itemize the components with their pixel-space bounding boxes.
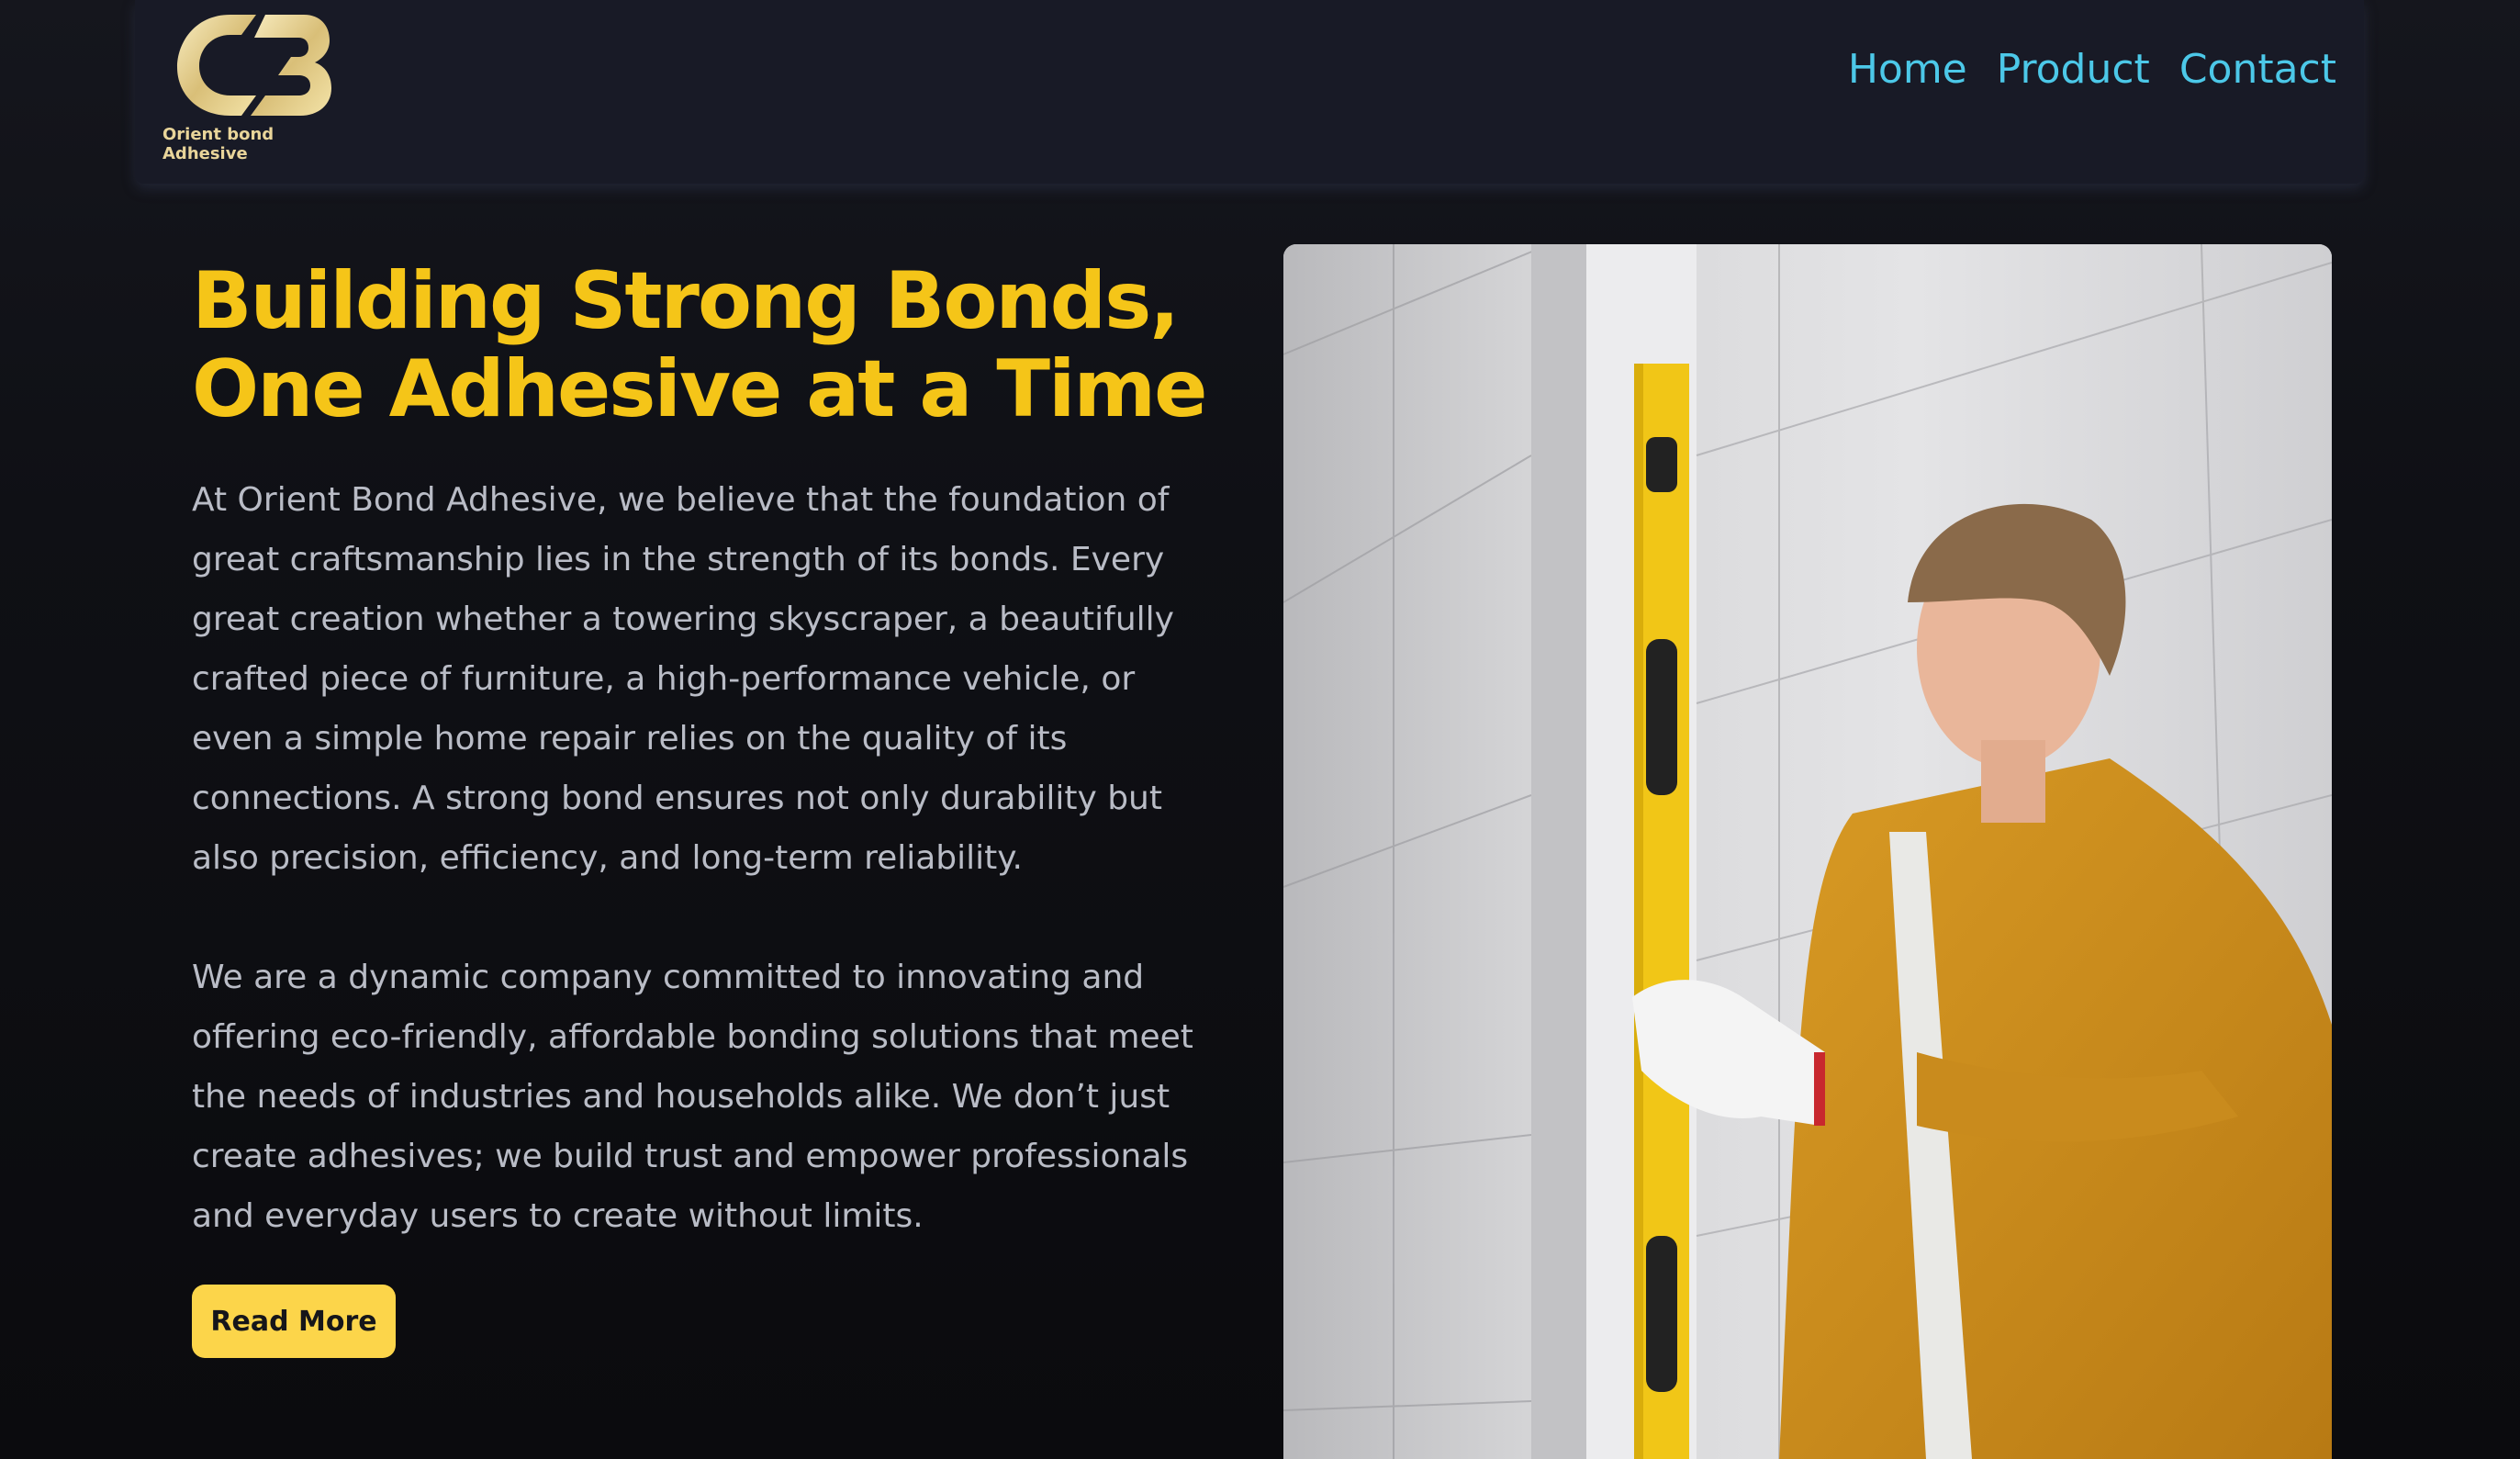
woman-with-spirit-level-photo-icon <box>1283 244 2332 1459</box>
nav-home-link[interactable]: Home <box>1848 46 1967 93</box>
hero-image <box>1283 244 2332 1459</box>
hero-paragraph-1: At Orient Bond Adhesive, we believe that… <box>192 481 1174 877</box>
brand-logo[interactable]: Orient bond Adhesive <box>162 7 346 163</box>
hero-paragraph-2: We are a dynamic company committed to in… <box>192 959 1193 1235</box>
read-more-button[interactable]: Read More <box>192 1285 396 1358</box>
main-nav: Home Product Contact <box>1848 46 2336 93</box>
nav-contact-link[interactable]: Contact <box>2179 46 2336 93</box>
hero-title-line-2: One Adhesive at a Time <box>192 343 1207 435</box>
hero-title: Building Strong Bonds, One Adhesive at a… <box>192 257 1248 433</box>
logo-text: Orient bond Adhesive <box>162 125 274 163</box>
hero-title-line-1: Building Strong Bonds, <box>192 255 1180 347</box>
site-header: Orient bond Adhesive Home Product Contac… <box>135 0 2364 184</box>
nav-product-link[interactable]: Product <box>1997 46 2150 93</box>
logo-mark-icon <box>177 15 331 116</box>
